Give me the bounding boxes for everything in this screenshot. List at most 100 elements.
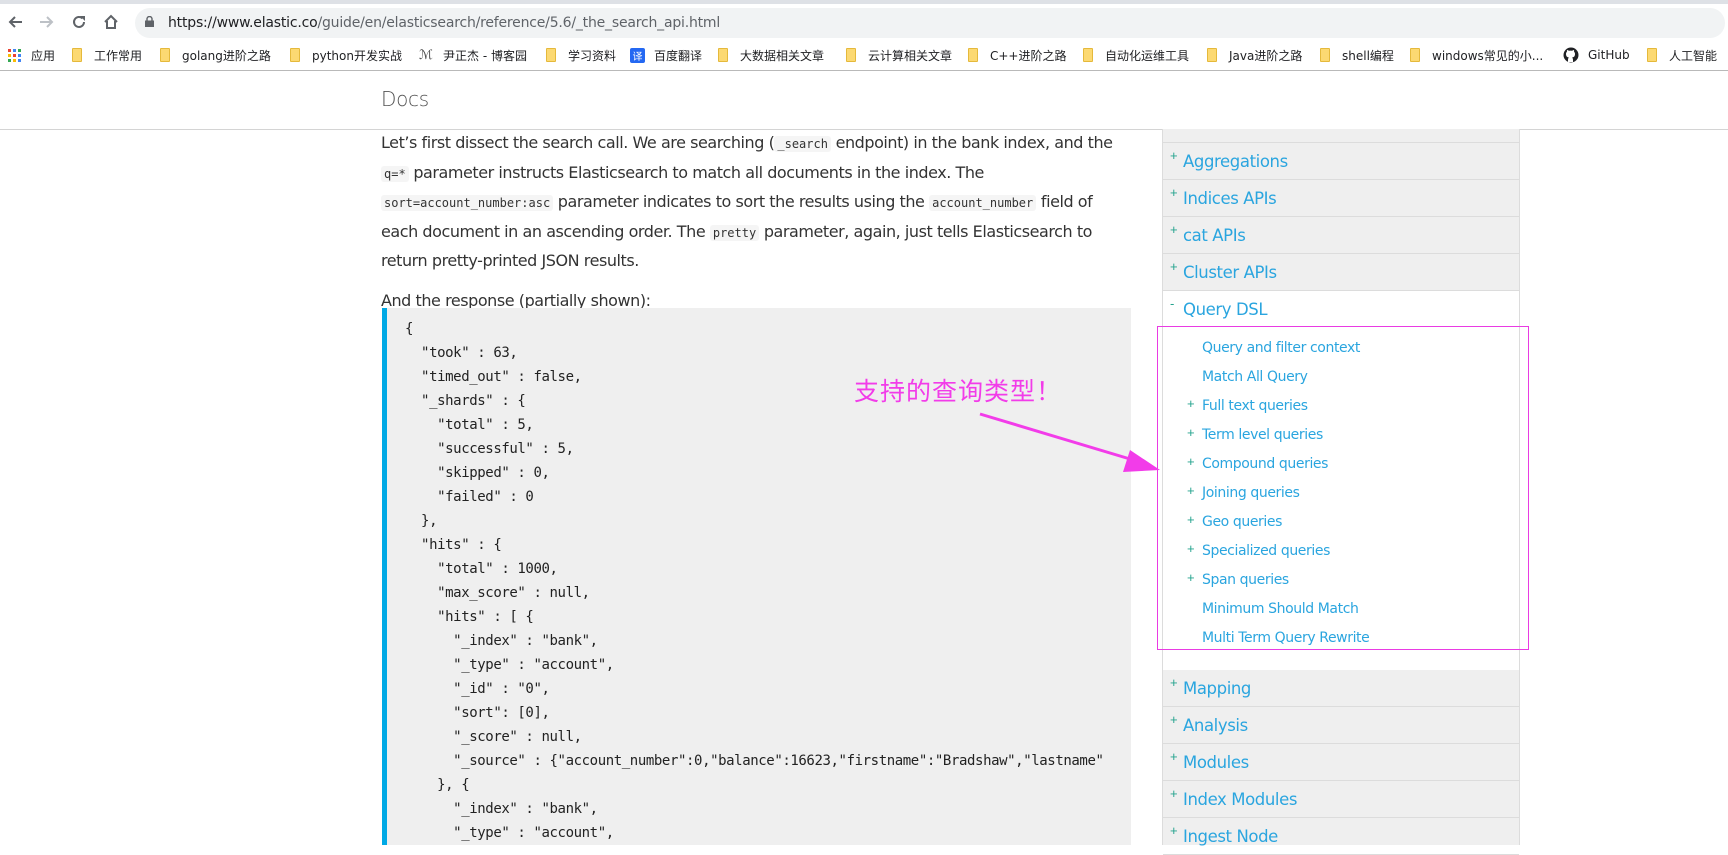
bookmark-item[interactable]: C++进阶之路 <box>968 45 1067 65</box>
sidebar-subitem-term-level-queries[interactable]: + Term level queries <box>1163 420 1519 449</box>
address-bar[interactable]: https://www.elastic.co/guide/en/elastics… <box>135 8 1725 38</box>
code-line: "sort": [0], <box>405 705 550 721</box>
expand-icon[interactable]: + <box>1170 185 1178 200</box>
page-title[interactable]: Docs <box>381 87 429 111</box>
folder-icon <box>1083 48 1093 62</box>
bookmark-item[interactable]: 自动化运维工具 <box>1083 45 1189 65</box>
url-text[interactable]: https://www.elastic.co/guide/en/elastics… <box>168 15 720 31</box>
expand-icon[interactable]: + <box>1187 396 1195 411</box>
sidebar-subitem-joining-queries[interactable]: + Joining queries <box>1163 478 1519 507</box>
browser-toolbar: https://www.elastic.co/guide/en/elastics… <box>0 4 1728 40</box>
bookmark-label: GitHub <box>1588 48 1630 62</box>
sidebar-item-ingest-node[interactable]: + Ingest Node <box>1163 818 1519 855</box>
sidebar-subitem-label[interactable]: Full text queries <box>1202 398 1308 414</box>
sidebar-subitem-match-all-query[interactable]: Match All Query <box>1163 362 1519 391</box>
sidebar-subitem-full-text-queries[interactable]: + Full text queries <box>1163 391 1519 420</box>
sidebar-item-label[interactable]: Index Modules <box>1183 790 1297 809</box>
expand-icon[interactable]: + <box>1170 259 1178 274</box>
sidebar-subitem-label[interactable]: Query and filter context <box>1202 340 1360 356</box>
bookmark-item[interactable]: windows常见的小... <box>1410 45 1543 65</box>
sidebar-item-label[interactable]: Query DSL <box>1183 300 1268 319</box>
bookmark-item[interactable]: golang进阶之路 <box>160 45 271 65</box>
sidebar-item-label[interactable]: Analysis <box>1183 716 1248 735</box>
sidebar-subitem-label[interactable]: Match All Query <box>1202 369 1308 385</box>
inline-code: sort=account_number:asc <box>381 195 554 211</box>
bookmark-item[interactable]: 译百度翻译 <box>630 45 702 65</box>
sidebar-subitem-specialized-queries[interactable]: + Specialized queries <box>1163 536 1519 565</box>
forward-button[interactable] <box>35 10 59 34</box>
bookmark-item[interactable]: 工作常用 <box>72 45 142 65</box>
home-button[interactable] <box>99 10 123 34</box>
sidebar-item-cluster-apis[interactable]: + Cluster APIs <box>1163 254 1519 291</box>
bookmarks-bar: 应用 工作常用 golang进阶之路 python开发实战 ℳ 尹正杰 - 博客园 学习资料… <box>0 40 1728 71</box>
expand-icon[interactable]: + <box>1187 541 1195 556</box>
code-line: "hits" : { <box>405 537 502 553</box>
bookmark-label: Java进阶之路 <box>1229 48 1303 63</box>
sidebar-item-indices-apis[interactable]: + Indices APIs <box>1163 180 1519 217</box>
bookmark-item[interactable]: python开发实战 <box>290 45 402 65</box>
reload-button[interactable] <box>67 10 91 34</box>
sidebar-item-label[interactable]: Indices APIs <box>1183 189 1277 208</box>
expand-icon[interactable]: + <box>1170 675 1178 690</box>
expand-icon[interactable]: + <box>1187 570 1195 585</box>
bookmark-item[interactable]: 应用 <box>8 45 55 65</box>
expand-icon[interactable]: + <box>1187 512 1195 527</box>
expand-icon[interactable]: + <box>1187 483 1195 498</box>
sidebar-subitem-label[interactable]: Compound queries <box>1202 456 1328 472</box>
sidebar-spacer <box>1163 662 1519 670</box>
sidebar-item-mapping[interactable]: + Mapping <box>1163 670 1519 707</box>
bookmark-item[interactable]: Java进阶之路 <box>1207 45 1302 65</box>
sidebar-subitem-query-and-filter-context[interactable]: Query and filter context <box>1163 333 1519 362</box>
expand-icon[interactable]: + <box>1170 148 1178 163</box>
bookmark-item[interactable]: ℳ 尹正杰 - 博客园 <box>419 45 527 65</box>
sidebar-item-label[interactable]: Aggregations <box>1183 152 1288 171</box>
sidebar-item-label[interactable]: Ingest Node <box>1183 827 1278 846</box>
bookmark-item[interactable]: 云计算相关文章 <box>846 45 952 65</box>
back-button[interactable] <box>3 10 27 34</box>
sidebar-subitem-span-queries[interactable]: + Span queries <box>1163 565 1519 594</box>
translate-icon: 译 <box>630 47 645 63</box>
url-path: /guide/en/elasticsearch/reference/5.6/_t… <box>317 15 721 31</box>
sidebar-subitem-label[interactable]: Joining queries <box>1202 485 1300 501</box>
sidebar-subitem-multi-term-query-rewrite[interactable]: Multi Term Query Rewrite <box>1163 623 1519 652</box>
sidebar-item-cat-apis[interactable]: + cat APIs <box>1163 217 1519 254</box>
expand-icon[interactable]: + <box>1170 786 1178 801</box>
sidebar-item-index-modules[interactable]: + Index Modules <box>1163 781 1519 818</box>
sidebar-subitem-label[interactable]: Geo queries <box>1202 514 1282 530</box>
sidebar-subitem-label[interactable]: Minimum Should Match <box>1202 601 1359 617</box>
expand-icon[interactable]: + <box>1170 823 1178 838</box>
expand-icon[interactable]: + <box>1187 425 1195 440</box>
sidebar-item-aggregations[interactable]: + Aggregations <box>1163 143 1519 180</box>
bookmark-label: golang进阶之路 <box>182 48 271 63</box>
url-host: https://www.elastic.co <box>168 15 318 31</box>
bookmark-item[interactable]: 人工智能 <box>1647 45 1717 65</box>
expand-icon[interactable]: + <box>1170 712 1178 727</box>
sidebar-subitem-label[interactable]: Span queries <box>1202 572 1289 588</box>
sidebar-item-query-dsl[interactable]: - Query DSL <box>1163 291 1519 327</box>
sidebar-item-label[interactable]: Cluster APIs <box>1183 263 1277 282</box>
bookmark-item[interactable]: 大数据相关文章 <box>718 45 824 65</box>
expand-icon[interactable]: + <box>1170 749 1178 764</box>
reload-icon <box>73 15 85 28</box>
sidebar-item-modules[interactable]: + Modules <box>1163 744 1519 781</box>
sidebar-subitem-label[interactable]: Term level queries <box>1202 427 1323 443</box>
folder-icon <box>1320 48 1330 62</box>
collapse-icon[interactable]: - <box>1170 296 1174 311</box>
bookmark-item[interactable]: GitHub <box>1563 45 1630 65</box>
bookmark-label: 百度翻译 <box>654 48 703 63</box>
bookmark-item[interactable]: shell编程 <box>1320 45 1394 65</box>
sidebar-subitem-compound-queries[interactable]: + Compound queries <box>1163 449 1519 478</box>
sidebar-subitem-label[interactable]: Specialized queries <box>1202 543 1330 559</box>
sidebar-item-analysis[interactable]: + Analysis <box>1163 707 1519 744</box>
bookmark-item[interactable]: 学习资料 <box>546 45 616 65</box>
folder-icon <box>846 48 856 62</box>
sidebar-subitem-geo-queries[interactable]: + Geo queries <box>1163 507 1519 536</box>
sidebar-subitem-label[interactable]: Multi Term Query Rewrite <box>1202 630 1370 646</box>
expand-icon[interactable]: + <box>1170 222 1178 237</box>
folder-icon <box>1207 48 1217 62</box>
expand-icon[interactable]: + <box>1187 454 1195 469</box>
sidebar-item-label[interactable]: Mapping <box>1183 679 1251 698</box>
sidebar-item-label[interactable]: cat APIs <box>1183 226 1246 245</box>
sidebar-subitem-minimum-should-match[interactable]: Minimum Should Match <box>1163 594 1519 623</box>
sidebar-item-label[interactable]: Modules <box>1183 753 1249 772</box>
